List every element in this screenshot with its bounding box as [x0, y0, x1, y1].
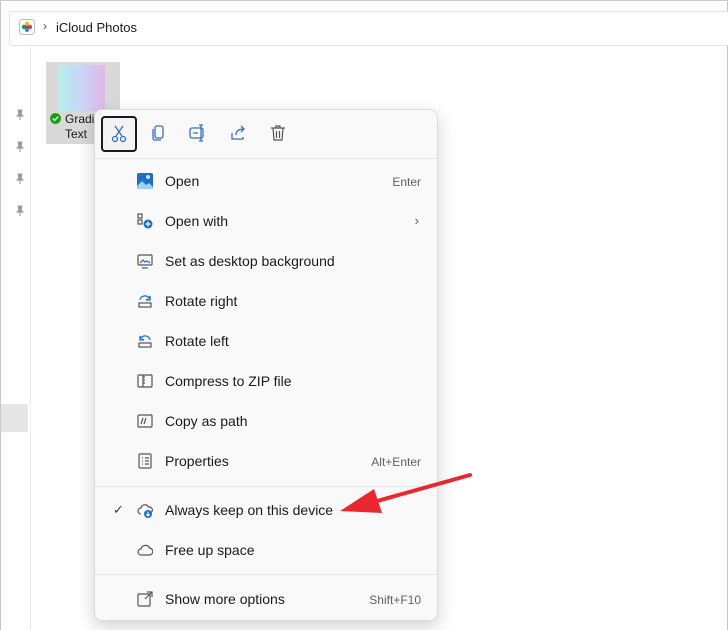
- pin-icon[interactable]: [14, 173, 26, 185]
- share-icon: [231, 125, 245, 140]
- trash-icon: [271, 125, 285, 141]
- menu-item-label: Open: [165, 173, 200, 189]
- menu-item-label: Free up space: [165, 542, 255, 558]
- menu-item-free-up-space[interactable]: Free up space: [99, 532, 433, 568]
- menu-item-label: Copy as path: [165, 413, 248, 429]
- menu-item-label: Properties: [165, 453, 229, 469]
- breadcrumb-chevron-icon[interactable]: ›: [43, 19, 47, 33]
- menu-separator: [95, 574, 437, 575]
- checkmark-icon: ✓: [113, 502, 124, 517]
- scissors-icon: [111, 125, 127, 143]
- context-menu-toolbar: [95, 110, 437, 158]
- menu-item-set-desktop-background[interactable]: Set as desktop background: [99, 243, 433, 279]
- cut-button[interactable]: [101, 116, 137, 152]
- desktop-background-icon: [137, 254, 153, 269]
- address-bar[interactable]: › iCloud Photos: [9, 11, 728, 46]
- zip-icon: [137, 374, 153, 388]
- context-menu: Open Enter Open with › Set as desktop ba…: [94, 109, 438, 621]
- cloud-icon: [137, 544, 153, 556]
- nav-pane-selected-item[interactable]: [1, 404, 28, 432]
- pin-icon[interactable]: [14, 205, 26, 217]
- menu-item-label: Compress to ZIP file: [165, 373, 292, 389]
- image-thumbnail: [59, 65, 105, 111]
- menu-item-label: Rotate right: [165, 293, 238, 309]
- rename-button[interactable]: [181, 116, 215, 150]
- menu-item-label: Rotate left: [165, 333, 229, 349]
- rotate-right-icon: [138, 295, 152, 308]
- shortcut-hint: Shift+F10: [369, 593, 421, 607]
- breadcrumb-location[interactable]: iCloud Photos: [56, 20, 137, 35]
- menu-item-label: Set as desktop background: [165, 253, 335, 269]
- share-button[interactable]: [221, 116, 255, 150]
- menu-item-compress-zip[interactable]: Compress to ZIP file: [99, 363, 433, 399]
- show-more-icon: [137, 591, 153, 607]
- rotate-left-icon: [138, 335, 152, 348]
- properties-icon: [138, 453, 152, 469]
- menu-item-rotate-left[interactable]: Rotate left: [99, 323, 433, 359]
- menu-item-label: Open with: [165, 213, 229, 229]
- pin-icon[interactable]: [14, 109, 26, 121]
- navigation-pane: [1, 45, 31, 630]
- cloud-download-icon: [137, 504, 153, 518]
- shortcut-hint: Enter: [392, 175, 421, 189]
- photos-app-logo-icon: [19, 19, 35, 35]
- synced-check-icon: [50, 113, 61, 124]
- menu-item-open-with[interactable]: Open with ›: [99, 203, 433, 239]
- delete-button[interactable]: [261, 116, 295, 150]
- menu-item-open[interactable]: Open Enter: [99, 163, 433, 199]
- window-top-border: [0, 0, 727, 1]
- submenu-chevron-icon: ›: [414, 213, 419, 228]
- menu-item-rotate-right[interactable]: Rotate right: [99, 283, 433, 319]
- copy-button[interactable]: [141, 116, 175, 150]
- annotation-arrow-icon: [340, 473, 472, 513]
- open-with-icon: [137, 213, 153, 229]
- menu-separator: [95, 158, 437, 159]
- photos-app-icon: [137, 173, 153, 189]
- copy-icon: [152, 125, 164, 141]
- menu-item-show-more-options[interactable]: Show more options Shift+F10: [99, 581, 433, 617]
- pin-icon[interactable]: [14, 141, 26, 153]
- copy-path-icon: [137, 414, 153, 428]
- menu-item-label: Show more options: [165, 591, 285, 607]
- rename-icon: [189, 124, 204, 142]
- menu-item-copy-as-path[interactable]: Copy as path: [99, 403, 433, 439]
- menu-item-label: Always keep on this device: [165, 502, 334, 518]
